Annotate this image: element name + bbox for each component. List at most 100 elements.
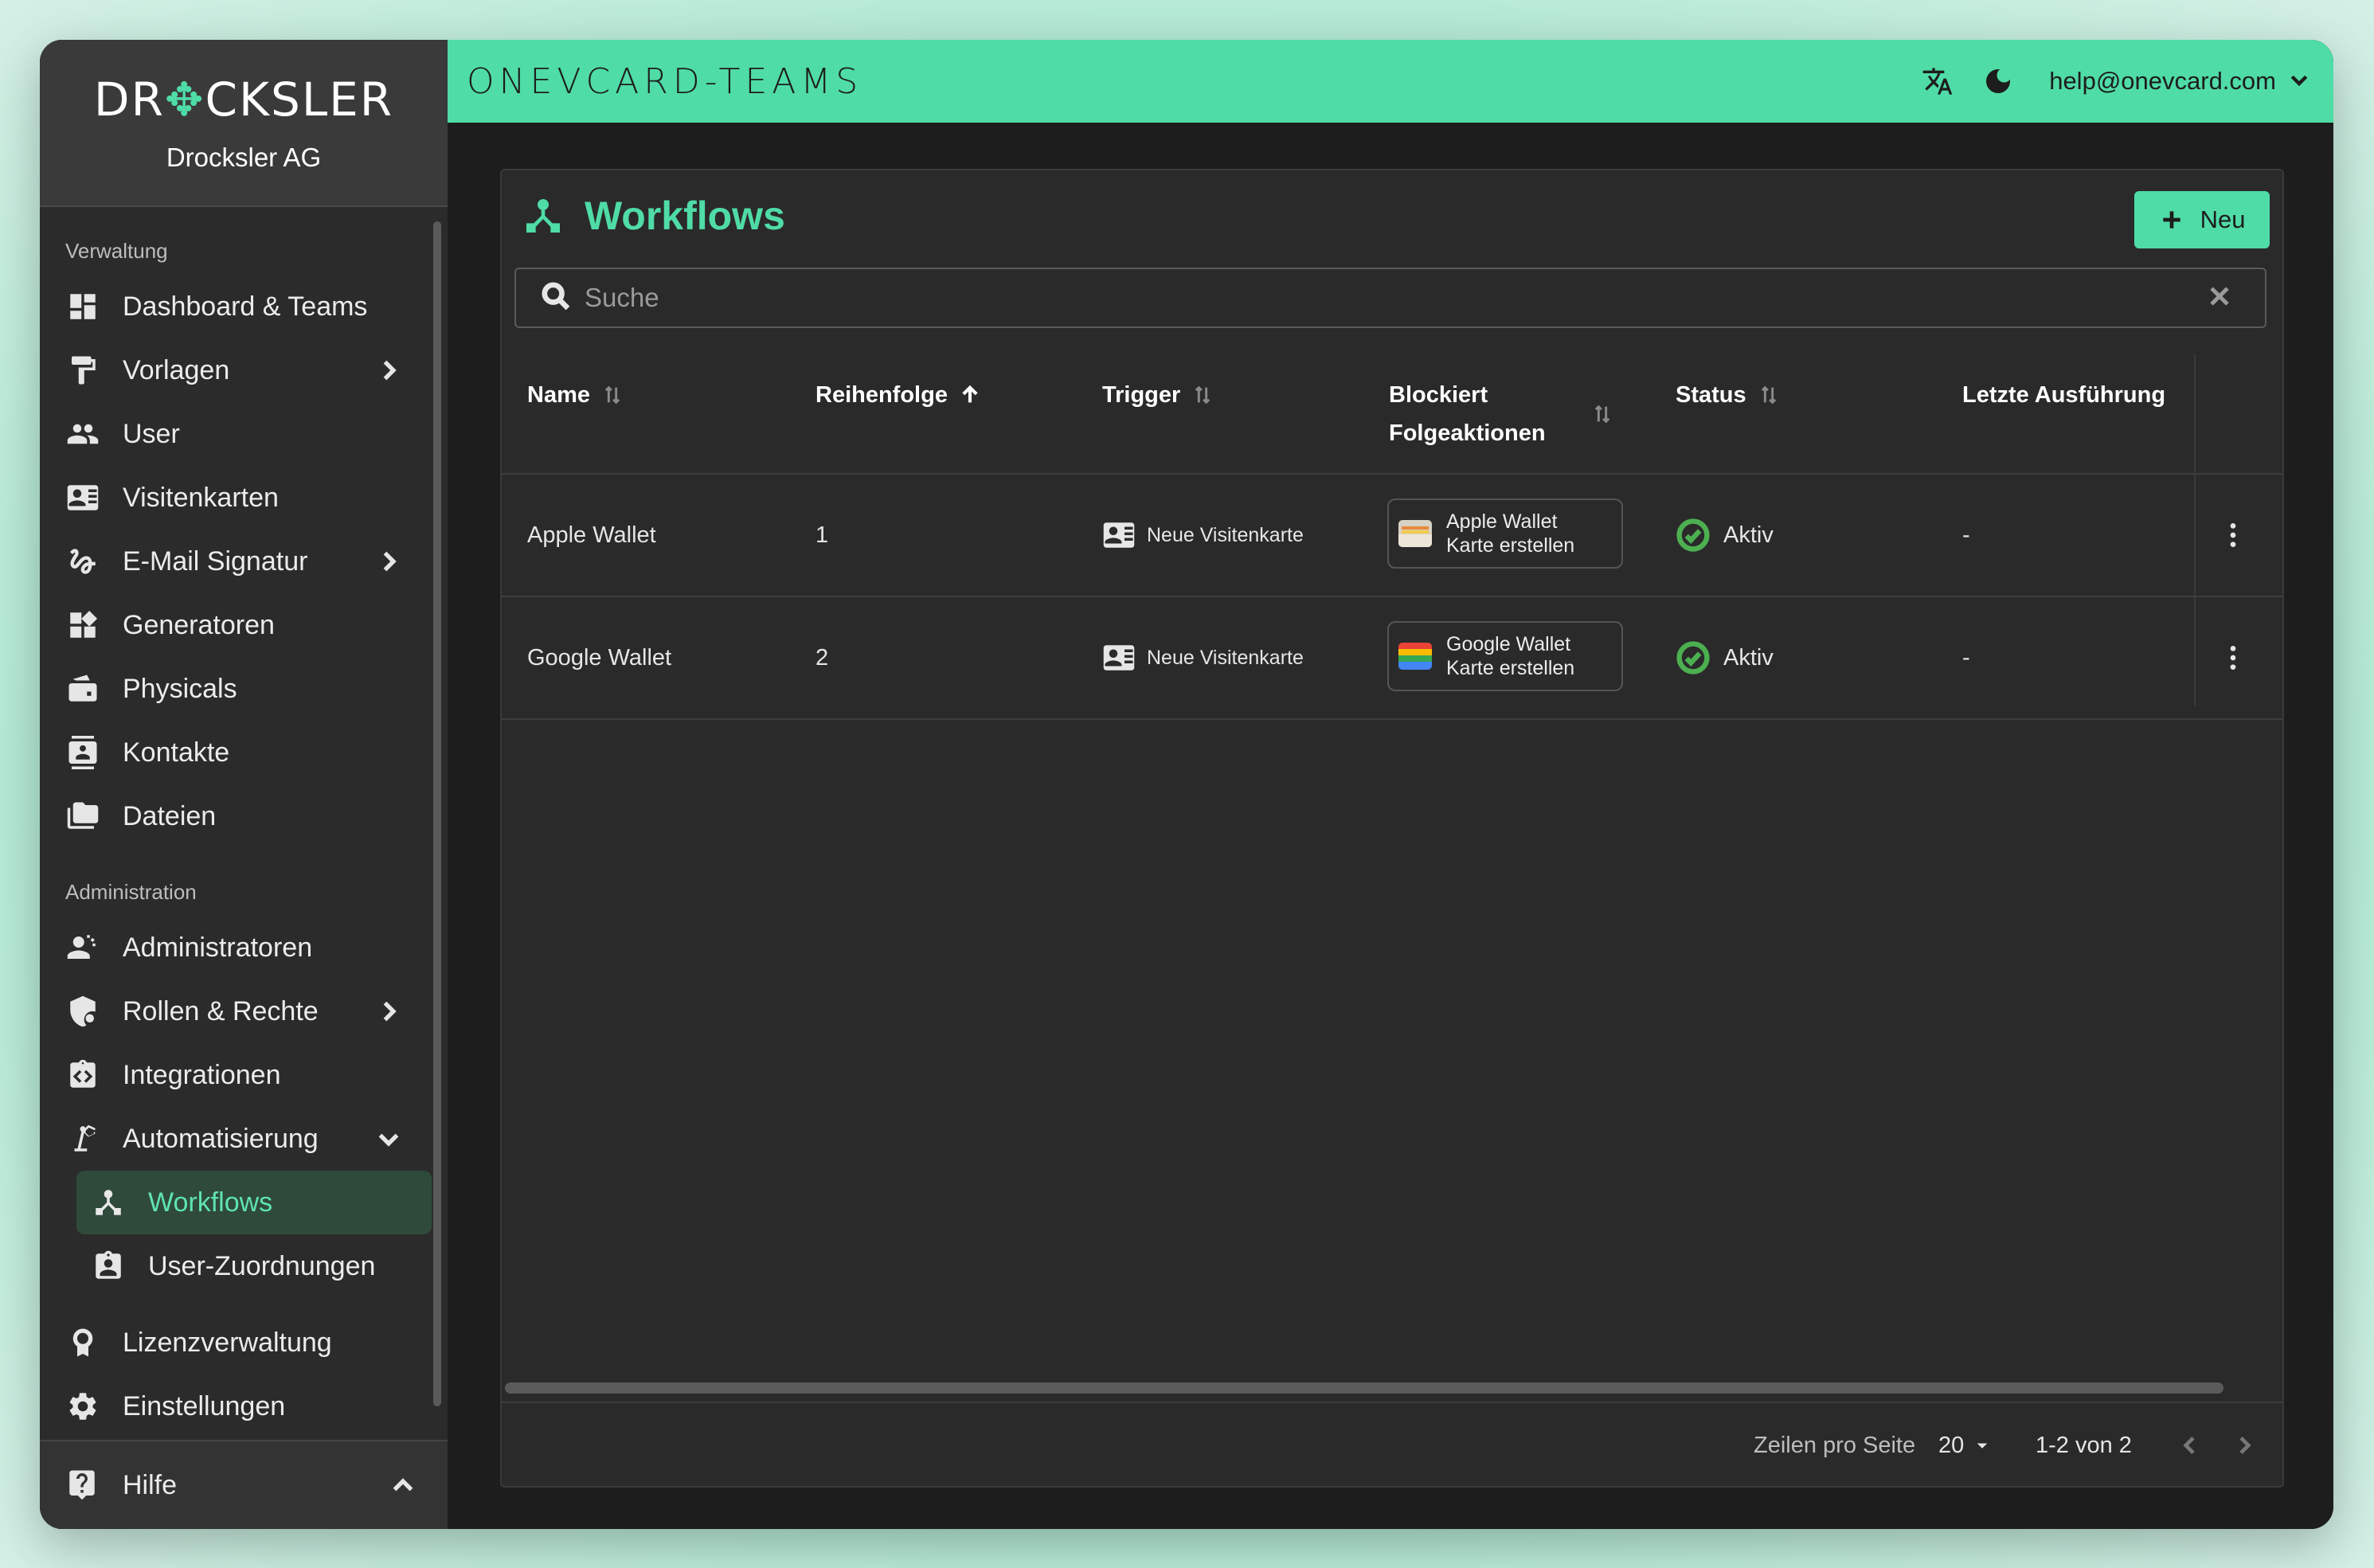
sidebar-item-label: Lizenzverwaltung	[123, 1327, 332, 1358]
main-content: Workflows Neu Name Reihenfolge	[448, 123, 2333, 1529]
check-circle-icon	[1676, 518, 1710, 552]
row-trigger: Neue Visitenkarte	[1102, 475, 1304, 596]
chevron-right-icon	[374, 547, 403, 576]
sidebar-item-label: Visitenkarten	[123, 482, 279, 513]
sidebar-item-workflows[interactable]: Workflows	[76, 1171, 432, 1234]
chevron-down-icon[interactable]	[2276, 68, 2311, 96]
sidebar-item-hilfe[interactable]: Hilfe	[40, 1440, 448, 1529]
chevron-up-icon	[389, 1472, 417, 1507]
column-header-blockiert[interactable]: Blockiert Folgeaktionen	[1389, 376, 1620, 452]
column-header-letzte-ausfuehrung[interactable]: Letzte Ausführung	[1962, 376, 2165, 414]
clear-search-icon[interactable]	[2206, 283, 2233, 314]
column-header-status[interactable]: Status	[1676, 376, 1780, 418]
sort-icon[interactable]	[1746, 376, 1780, 418]
folder-copy-icon	[65, 799, 100, 834]
action-chip[interactable]: Google Wallet Karte erstellen	[1387, 621, 1623, 691]
sidebar-item-label: User-Zuordnungen	[148, 1250, 376, 1281]
app-logo: ONEVCARD-TEAMS	[467, 61, 863, 102]
sidebar-item-email-signatur[interactable]: E-Mail Signatur	[40, 530, 448, 593]
chevron-right-icon	[374, 356, 403, 385]
wallet-cards-icon	[65, 671, 100, 706]
sidebar-item-label: Administratoren	[123, 932, 313, 963]
license-badge-icon	[65, 1325, 100, 1360]
column-header-trigger[interactable]: Trigger	[1102, 376, 1214, 418]
signature-icon	[65, 544, 100, 579]
translate-icon[interactable]	[1920, 64, 1955, 99]
horizontal-scrollbar[interactable]	[505, 1382, 2223, 1394]
rows-per-page-select[interactable]: 20	[1938, 1403, 1994, 1486]
table-row[interactable]: Google Wallet 2 Neue Visitenkarte Google…	[502, 597, 2282, 720]
sidebar-item-lizenzverwaltung[interactable]: Lizenzverwaltung	[40, 1311, 448, 1374]
check-circle-icon	[1676, 641, 1710, 675]
chevron-right-icon	[374, 997, 403, 1026]
sidebar-item-rollen[interactable]: Rollen & Rechte	[40, 980, 448, 1043]
contact-card-icon	[65, 480, 100, 515]
sidebar-scrollbar[interactable]	[433, 221, 441, 1406]
row-order: 1	[815, 522, 829, 548]
sidebar-item-kontakte[interactable]: Kontakte	[40, 721, 448, 784]
sidebar: DR✥CKSLER Drocksler AG Verwaltung Dashbo…	[40, 40, 448, 1529]
row-trigger: Neue Visitenkarte	[1102, 597, 1304, 718]
trigger-label: Neue Visitenkarte	[1147, 646, 1304, 669]
sort-icon[interactable]	[1180, 376, 1214, 418]
sidebar-item-generatoren[interactable]: Generatoren	[40, 593, 448, 657]
next-page-icon[interactable]	[2231, 1403, 2257, 1486]
more-vert-icon[interactable]	[2217, 475, 2249, 596]
help-icon	[65, 1468, 100, 1503]
table-row[interactable]: Apple Wallet 1 Neue Visitenkarte Apple W…	[502, 475, 2282, 597]
action-chip[interactable]: Apple Wallet Karte erstellen	[1387, 499, 1623, 569]
page-title: Workflows	[521, 193, 785, 239]
contact-card-icon	[1103, 645, 1135, 671]
sidebar-item-label: User	[123, 418, 180, 449]
sidebar-item-dashboard[interactable]: Dashboard & Teams	[40, 275, 448, 338]
sidebar-item-administratoren[interactable]: Administratoren	[40, 916, 448, 980]
new-workflow-button[interactable]: Neu	[2134, 191, 2270, 248]
sort-icon[interactable]	[1580, 395, 1613, 437]
pagination-range: 1-2 von 2	[2036, 1432, 2132, 1458]
dark-mode-icon[interactable]	[1981, 64, 2016, 99]
sidebar-item-dateien[interactable]: Dateien	[40, 784, 448, 848]
plus-icon	[2162, 211, 2180, 229]
sidebar-item-einstellungen[interactable]: Einstellungen	[40, 1374, 448, 1438]
workflows-card: Workflows Neu Name Reihenfolge	[500, 169, 2284, 1488]
sidebar-item-label: Vorlagen	[123, 354, 230, 385]
search-icon	[540, 280, 572, 316]
dashboard-icon	[65, 289, 100, 324]
sidebar-item-label: Workflows	[148, 1187, 273, 1218]
status-badge: Aktiv	[1676, 475, 1774, 596]
rows-per-page-label: Zeilen pro Seite	[1754, 1432, 1916, 1458]
brand-header: DR✥CKSLER Drocksler AG	[40, 40, 448, 207]
sidebar-item-user[interactable]: User	[40, 402, 448, 466]
assignment-ind-icon	[91, 1249, 126, 1284]
column-header-name[interactable]: Name	[527, 376, 624, 418]
status-badge: Aktiv	[1676, 597, 1774, 718]
sort-icon[interactable]	[590, 376, 624, 418]
top-bar: ONEVCARD-TEAMS help@onevcard.com	[448, 40, 2333, 123]
sidebar-item-label: Dashboard & Teams	[123, 291, 368, 322]
user-email[interactable]: help@onevcard.com	[2049, 67, 2276, 96]
sidebar-item-visitenkarten[interactable]: Visitenkarten	[40, 466, 448, 530]
row-last-run: -	[1962, 522, 1970, 548]
sidebar-item-automatisierung[interactable]: Automatisierung	[40, 1107, 448, 1171]
workflow-icon	[91, 1185, 126, 1220]
contact-card-icon	[1103, 522, 1135, 548]
search-input[interactable]	[583, 282, 2206, 314]
sidebar-item-physicals[interactable]: Physicals	[40, 657, 448, 721]
sidebar-item-label: Dateien	[123, 800, 217, 831]
row-last-run: -	[1962, 644, 1970, 671]
app-window: DR✥CKSLER Drocksler AG Verwaltung Dashbo…	[40, 40, 2333, 1529]
sidebar-item-vorlagen[interactable]: Vorlagen	[40, 338, 448, 402]
column-header-reihenfolge[interactable]: Reihenfolge	[815, 376, 981, 418]
prev-page-icon[interactable]	[2177, 1403, 2203, 1486]
row-name: Apple Wallet	[527, 522, 656, 548]
apple-wallet-icon	[1398, 520, 1432, 547]
sidebar-item-integrationen[interactable]: Integrationen	[40, 1043, 448, 1107]
sidebar-item-user-zuordnungen[interactable]: User-Zuordnungen	[40, 1234, 448, 1298]
section-label-verwaltung: Verwaltung	[65, 239, 168, 263]
action-label: Google Wallet Karte erstellen	[1446, 633, 1575, 679]
more-vert-icon[interactable]	[2217, 597, 2249, 718]
sort-ascending-icon[interactable]	[948, 376, 981, 418]
contacts-icon	[65, 735, 100, 770]
column-label: Letzte Ausführung	[1962, 382, 2166, 408]
sidebar-item-label: Generatoren	[123, 609, 275, 640]
